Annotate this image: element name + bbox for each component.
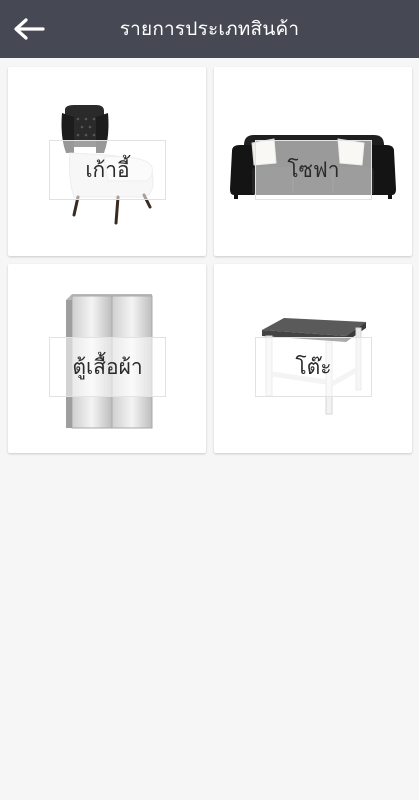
category-card-wardrobe[interactable]: ตู้เสื้อผ้า [8, 264, 206, 453]
category-card-table[interactable]: โต๊ะ [214, 264, 412, 453]
page-title: รายการประเภทสินค้า [119, 18, 300, 40]
category-grid: เก้าอี้ โซฟา ตู้เสื้อผ้า โต๊ะ [8, 67, 412, 453]
arrow-left-icon [14, 18, 45, 40]
category-label: ตู้เสื้อผ้า [49, 337, 166, 397]
category-card-chair[interactable]: เก้าอี้ [8, 67, 206, 256]
category-label: โซฟา [255, 140, 372, 200]
back-button[interactable] [12, 14, 46, 44]
category-label: โต๊ะ [255, 337, 372, 397]
top-bar: รายการประเภทสินค้า [0, 0, 419, 58]
category-label: เก้าอี้ [49, 140, 166, 200]
category-card-sofa[interactable]: โซฟา [214, 67, 412, 256]
